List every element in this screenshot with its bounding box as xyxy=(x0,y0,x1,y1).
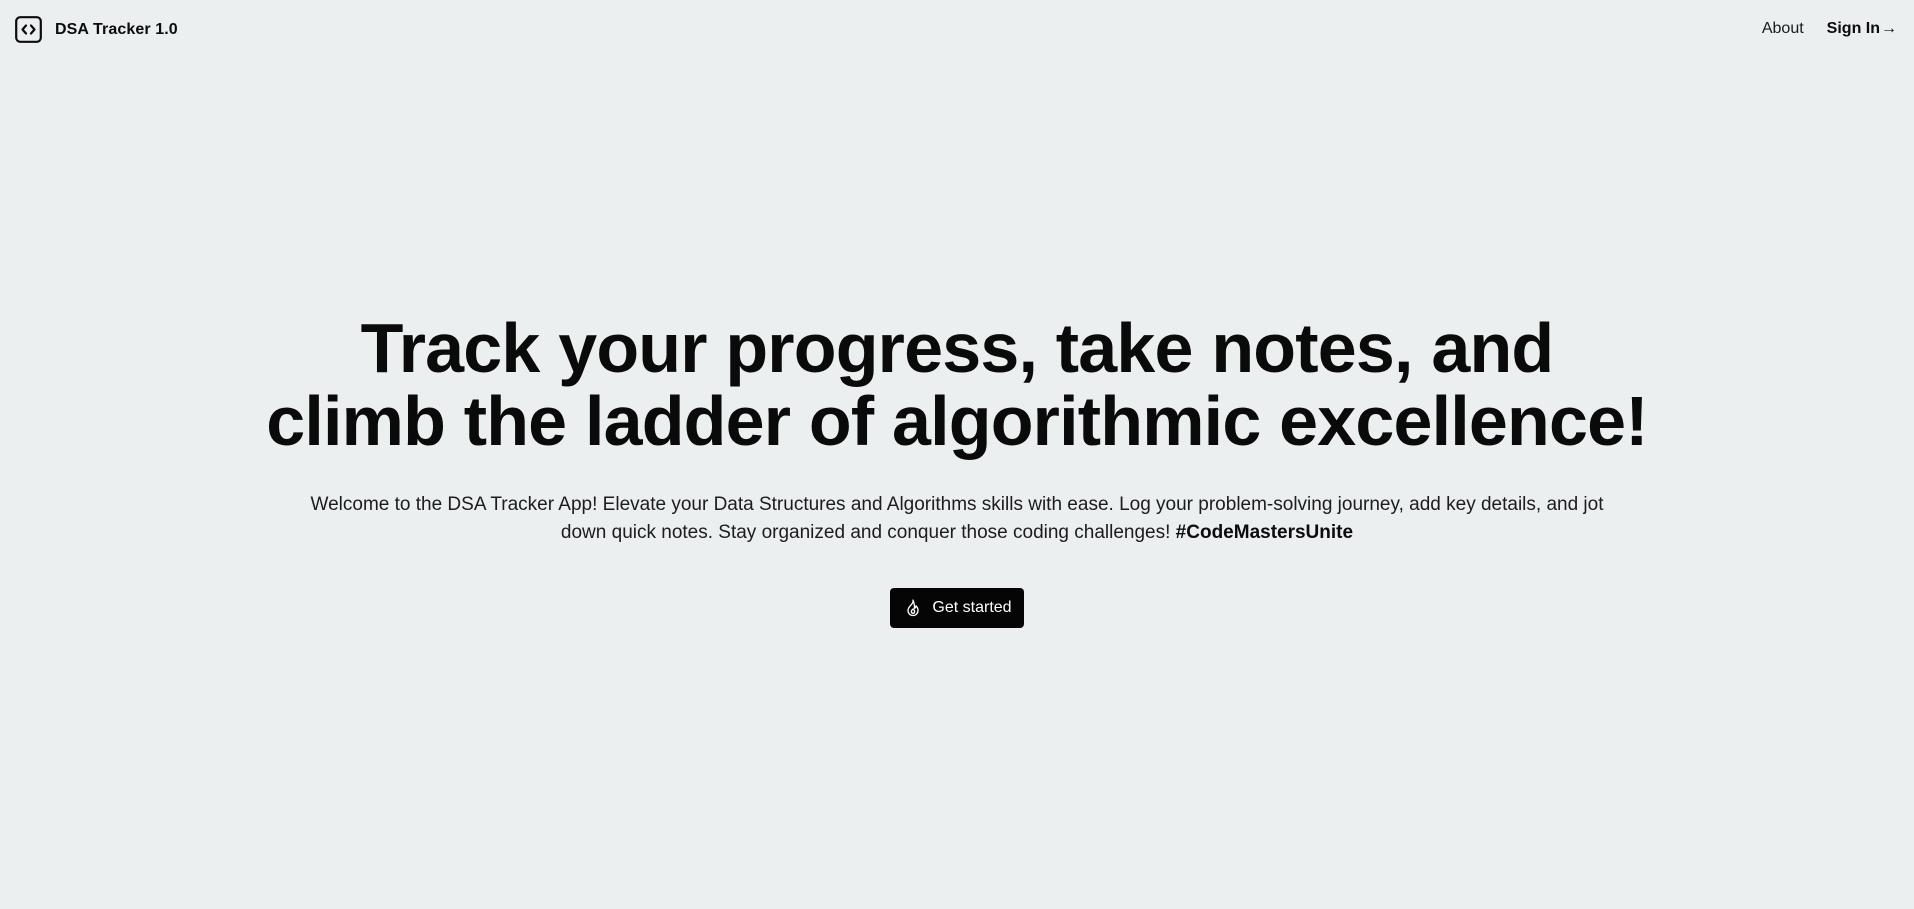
top-navigation-bar: DSA Tracker 1.0 About Sign In → xyxy=(0,0,1914,60)
hero-headline-line-2: climb the ladder of algorithmic excellen… xyxy=(266,382,1648,460)
hero-description-text: Welcome to the DSA Tracker App! Elevate … xyxy=(310,494,1604,543)
hero-section: Track your progress, take notes, and cli… xyxy=(0,312,1914,628)
arrow-right-icon: → xyxy=(1881,20,1897,37)
nav-about-link[interactable]: About xyxy=(1762,20,1804,38)
sign-in-label: Sign In xyxy=(1826,20,1880,37)
hero-hashtag: #CodeMastersUnite xyxy=(1175,522,1354,543)
hero-description: Welcome to the DSA Tracker App! Elevate … xyxy=(307,491,1607,547)
code-brackets-icon xyxy=(15,16,42,43)
main-nav: About Sign In → xyxy=(1762,20,1897,38)
sign-in-link[interactable]: Sign In → xyxy=(1827,20,1897,38)
brand-name: DSA Tracker 1.0 xyxy=(55,20,178,38)
hero-headline-line-1: Track your progress, take notes, and xyxy=(360,309,1555,387)
flame-icon xyxy=(907,599,920,617)
brand-home-link[interactable]: DSA Tracker 1.0 xyxy=(15,16,178,43)
hero-headline: Track your progress, take notes, and cli… xyxy=(0,312,1914,458)
get-started-button[interactable]: Get started xyxy=(890,588,1024,628)
get-started-label: Get started xyxy=(932,599,1012,616)
